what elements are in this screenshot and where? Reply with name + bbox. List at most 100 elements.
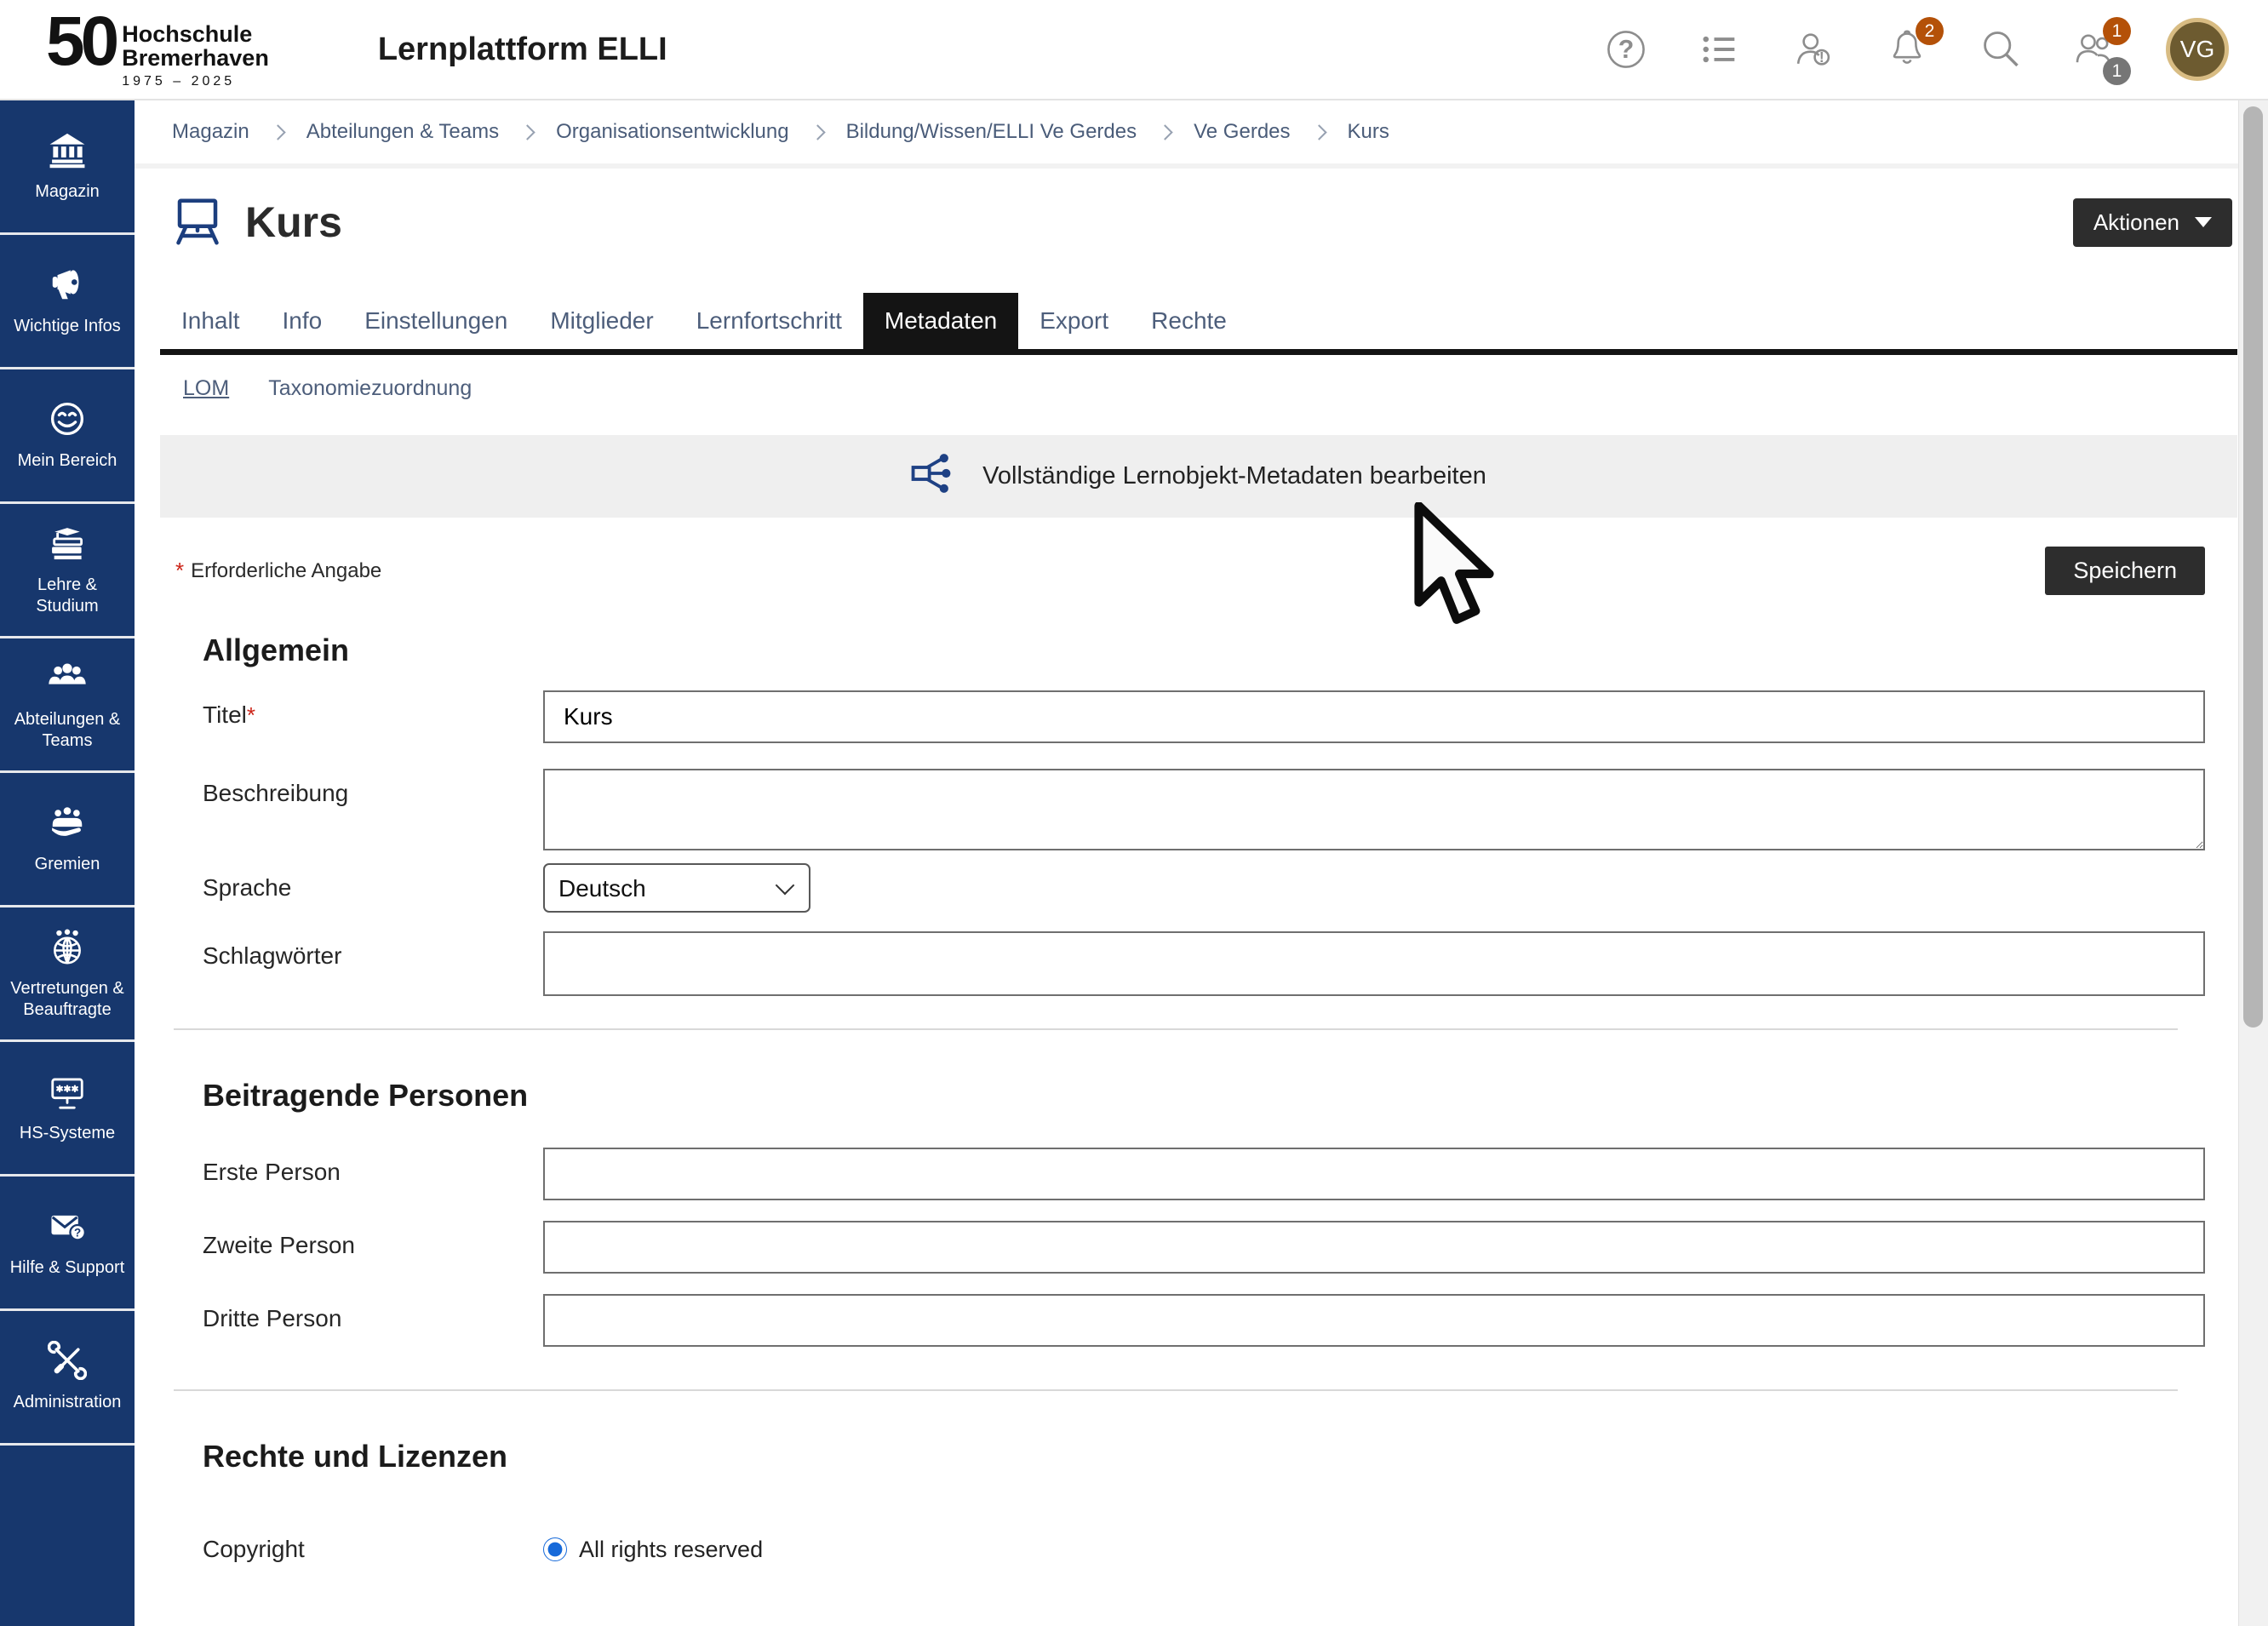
- smiley-icon: [48, 399, 87, 450]
- sidebar-item-label: Hilfe & Support: [10, 1257, 125, 1279]
- breadcrumb-item[interactable]: Magazin: [172, 120, 249, 144]
- logo-50: 50: [46, 9, 115, 73]
- course-board-icon: [172, 195, 223, 250]
- globe-people-icon: [48, 927, 87, 978]
- breadcrumb-item[interactable]: Ve Gerdes: [1194, 120, 1290, 144]
- tab-lernfortschritt[interactable]: Lernfortschritt: [675, 293, 863, 349]
- sprache-select[interactable]: Deutsch: [543, 863, 810, 913]
- sidebar-item-lehre-studium[interactable]: Lehre & Studium: [0, 504, 135, 638]
- help-icon[interactable]: ?: [1604, 27, 1648, 72]
- page-title: Kurs: [245, 198, 342, 247]
- tab-export[interactable]: Export: [1018, 293, 1130, 349]
- tab-metadaten[interactable]: Metadaten: [863, 293, 1018, 349]
- sidebar-item-label: Administration: [14, 1392, 122, 1413]
- erste-person-label: Erste Person: [203, 1148, 543, 1186]
- breadcrumb-item[interactable]: Abteilungen & Teams: [306, 120, 499, 144]
- logo-name-line1: Hochschule: [122, 23, 269, 47]
- tab-inhalt[interactable]: Inhalt: [160, 293, 261, 349]
- chevron-right-icon: [1157, 124, 1172, 140]
- zweite-person-input[interactable]: [543, 1221, 2205, 1274]
- tab-rechte[interactable]: Rechte: [1130, 293, 1248, 349]
- tab-info[interactable]: Info: [261, 293, 344, 349]
- notifications-badge: 2: [1916, 17, 1944, 45]
- svg-text:?: ?: [1618, 36, 1635, 64]
- required-asterisk: *: [247, 702, 255, 728]
- contacts-icon[interactable]: 1 1: [2072, 27, 2116, 72]
- zweite-person-label: Zweite Person: [203, 1221, 543, 1259]
- svg-text:?: ?: [74, 1227, 81, 1240]
- sidebar-item-label: Gremien: [35, 854, 100, 875]
- section-heading-allgemein: Allgemein: [203, 633, 2237, 668]
- dritte-person-input[interactable]: [543, 1294, 2205, 1347]
- titel-label: Titel*: [203, 690, 543, 729]
- schlagwoerter-input[interactable]: [543, 931, 2205, 996]
- bell-icon[interactable]: 2: [1885, 27, 1929, 72]
- required-note: Erforderliche Angabe: [191, 559, 381, 583]
- save-button[interactable]: Speichern: [2045, 547, 2205, 595]
- subtab-bar: LOM Taxonomiezuordnung: [160, 355, 2237, 401]
- tab-einstellungen[interactable]: Einstellungen: [343, 293, 529, 349]
- sidebar-item-wichtige-infos[interactable]: Wichtige Infos: [0, 235, 135, 369]
- subtab-taxonomiezuordnung[interactable]: Taxonomiezuordnung: [268, 376, 472, 401]
- titel-input[interactable]: [543, 690, 2205, 743]
- books-gradcap-icon: [48, 524, 87, 575]
- sprache-label: Sprache: [203, 863, 543, 902]
- chevron-right-icon: [1311, 124, 1326, 140]
- tab-bar: Inhalt Info Einstellungen Mitglieder Ler…: [160, 293, 2237, 355]
- sidebar-item-vertretungen[interactable]: Vertretungen & Beauftragte: [0, 907, 135, 1042]
- chevron-right-icon: [519, 124, 535, 140]
- chevron-right-icon: [810, 124, 825, 140]
- erste-person-input[interactable]: [543, 1148, 2205, 1200]
- section-heading-rechte: Rechte und Lizenzen: [203, 1439, 2237, 1474]
- user-status-icon[interactable]: !: [1791, 27, 1836, 72]
- breadcrumb-item[interactable]: Kurs: [1348, 120, 1389, 144]
- sidebar-item-label: Mein Bereich: [18, 450, 117, 472]
- sidebar-item-magazin[interactable]: Magazin: [0, 100, 135, 235]
- sidebar-filler: [0, 1446, 135, 1626]
- banner-label: Vollständige Lernobjekt-Metadaten bearbe…: [982, 462, 1486, 490]
- main-area: Magazin Abteilungen & Teams Organisation…: [135, 100, 2239, 1626]
- sidebar-item-label: HS-Systeme: [20, 1123, 115, 1144]
- logo-name-line2: Bremerhaven: [122, 47, 269, 71]
- beschreibung-label: Beschreibung: [203, 769, 543, 807]
- dritte-person-label: Dritte Person: [203, 1294, 543, 1332]
- sidebar-item-label: Magazin: [35, 181, 100, 203]
- breadcrumb-item[interactable]: Organisationsentwicklung: [556, 120, 788, 144]
- logo-years: 1975 – 2025: [122, 74, 269, 89]
- contacts-badge-top: 1: [2103, 17, 2131, 45]
- sidebar-item-label: Abteilungen & Teams: [4, 709, 130, 752]
- top-header: 50 Hochschule Bremerhaven 1975 – 2025 Le…: [0, 0, 2268, 100]
- committee-icon: [48, 803, 87, 854]
- subtab-lom[interactable]: LOM: [183, 376, 229, 401]
- sidebar-item-gremien[interactable]: Gremien: [0, 773, 135, 907]
- tab-mitglieder[interactable]: Mitglieder: [529, 293, 674, 349]
- edit-full-metadata-banner[interactable]: Vollständige Lernobjekt-Metadaten bearbe…: [160, 435, 2237, 518]
- sidebar-item-hs-systeme[interactable]: HS-Systeme: [0, 1042, 135, 1177]
- svg-text:!: !: [1819, 49, 1824, 66]
- list-icon[interactable]: [1698, 27, 1742, 72]
- contacts-badge-bottom: 1: [2103, 57, 2131, 85]
- app-title: Lernplattform ELLI: [378, 31, 667, 68]
- actions-button[interactable]: Aktionen: [2073, 198, 2232, 247]
- main-sidebar: Magazin Wichtige Infos Mein Bereich Lehr…: [0, 100, 135, 1626]
- breadcrumb-item[interactable]: Bildung/Wissen/ELLI Ve Gerdes: [846, 120, 1137, 144]
- sidebar-item-label: Vertretungen & Beauftragte: [4, 978, 130, 1021]
- tools-icon: [48, 1341, 87, 1392]
- sidebar-item-hilfe-support[interactable]: ? Hilfe & Support: [0, 1177, 135, 1311]
- metadata-network-icon: [911, 451, 959, 502]
- beschreibung-textarea[interactable]: [543, 769, 2205, 850]
- breadcrumb: Magazin Abteilungen & Teams Organisation…: [135, 100, 2239, 169]
- scrollbar-thumb[interactable]: [2243, 106, 2263, 1028]
- required-asterisk: *: [175, 558, 184, 584]
- page-scrollbar[interactable]: [2238, 100, 2268, 1626]
- caret-down-icon: [2195, 217, 2212, 227]
- search-icon[interactable]: [1979, 27, 2023, 72]
- sidebar-item-abteilungen-teams[interactable]: Abteilungen & Teams: [0, 638, 135, 773]
- copyright-label: Copyright: [203, 1536, 543, 1563]
- avatar[interactable]: VG: [2166, 18, 2229, 81]
- section-divider: [174, 1389, 2178, 1391]
- sidebar-item-mein-bereich[interactable]: Mein Bereich: [0, 369, 135, 504]
- sidebar-item-administration[interactable]: Administration: [0, 1311, 135, 1446]
- copyright-radio[interactable]: [543, 1537, 567, 1561]
- sidebar-item-label: Lehre & Studium: [4, 575, 130, 617]
